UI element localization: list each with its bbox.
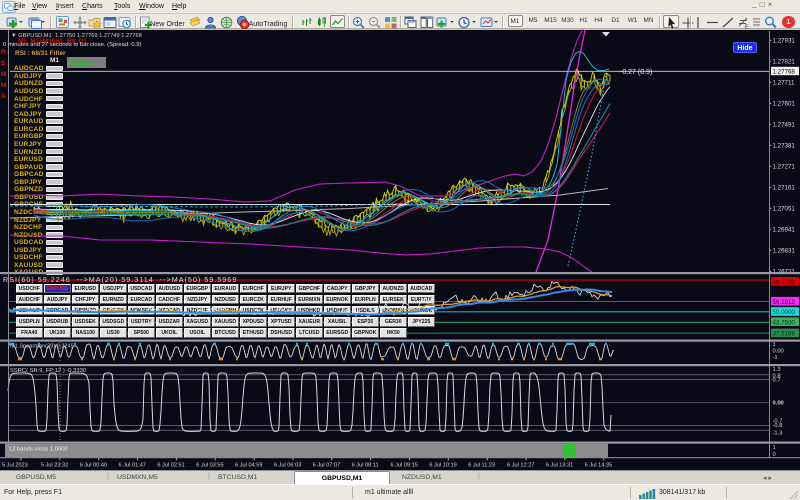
- svg-text:6 Jul 06:03: 6 Jul 06:03: [274, 463, 301, 469]
- svg-text:5 Jul 23:32: 5 Jul 23:32: [41, 463, 68, 469]
- svg-text:E: E: [745, 25, 749, 30]
- svg-text:R: R: [1, 49, 6, 56]
- svg-text:1.27051: 1.27051: [773, 205, 796, 212]
- svg-text:43.7500: 43.7500: [773, 319, 796, 326]
- svg-text:1.27768: 1.27768: [773, 69, 796, 76]
- svg-text:6 Jul 08:11: 6 Jul 08:11: [352, 463, 379, 469]
- svg-text:-1.3: -1.3: [773, 431, 783, 437]
- svg-text:1.27491: 1.27491: [773, 121, 796, 128]
- svg-text:-0.27 (0.9): -0.27 (0.9): [620, 69, 652, 76]
- svg-text:6 Jul 03:55: 6 Jul 03:55: [196, 463, 223, 469]
- svg-text:6 Jul 12:27: 6 Jul 12:27: [507, 463, 534, 469]
- svg-text:1.26831: 1.26831: [773, 247, 796, 254]
- svg-text:0: 0: [773, 452, 776, 458]
- svg-text:6 Jul 02:51: 6 Jul 02:51: [157, 463, 184, 469]
- svg-text:6 Jul 01:47: 6 Jul 01:47: [119, 463, 146, 469]
- svg-text:1.27931: 1.27931: [773, 37, 796, 44]
- svg-text:56.1912: 56.1912: [773, 299, 796, 306]
- svg-text:0.00: 0.00: [773, 349, 784, 355]
- svg-text:6 Jul 04:59: 6 Jul 04:59: [235, 463, 262, 469]
- svg-text:1: 1: [773, 342, 776, 348]
- svg-text:6 Jul 10:19: 6 Jul 10:19: [429, 463, 456, 469]
- svg-text:50.0000: 50.0000: [773, 309, 796, 316]
- svg-text:1.26941: 1.26941: [773, 226, 796, 233]
- svg-text:12 bands cross 1.0000: 12 bands cross 1.0000: [9, 447, 68, 453]
- svg-text:6 Jul 09:15: 6 Jul 09:15: [391, 463, 418, 469]
- svg-text:-0.8: -0.8: [773, 423, 783, 429]
- svg-text:0.00: 0.00: [773, 401, 784, 407]
- svg-text:37.5168: 37.5168: [773, 331, 796, 338]
- svg-text:A: A: [1, 93, 6, 100]
- svg-text:1.3: 1.3: [773, 367, 781, 373]
- svg-text:-1: -1: [773, 355, 778, 361]
- svg-text:M: M: [1, 82, 6, 89]
- svg-text:1: 1: [773, 445, 776, 451]
- svg-text:68.7500: 68.7500: [773, 279, 796, 286]
- svg-text:1.27381: 1.27381: [773, 142, 796, 149]
- svg-text:5 Jul 2023: 5 Jul 2023: [2, 463, 28, 469]
- svg-text:1.27271: 1.27271: [773, 163, 796, 170]
- svg-text:0.7: 0.7: [773, 378, 781, 384]
- svg-text:1.26721: 1.26721: [773, 268, 796, 275]
- svg-text:6 Jul 11:23: 6 Jul 11:23: [468, 463, 495, 469]
- svg-text:S: S: [1, 60, 6, 67]
- svg-text:M: M: [1, 71, 6, 78]
- svg-text:6 Jul 00:40: 6 Jul 00:40: [80, 463, 107, 469]
- svg-text:1.27821: 1.27821: [773, 58, 796, 65]
- svg-text:1.27711: 1.27711: [773, 79, 795, 86]
- svg-text:6 Jul 07:07: 6 Jul 07:07: [313, 463, 340, 469]
- svg-text:1.27601: 1.27601: [773, 100, 796, 107]
- svg-text:6 Jul 13:31: 6 Jul 13:31: [546, 463, 573, 469]
- svg-text:6 Jul 14:35: 6 Jul 14:35: [585, 463, 612, 469]
- svg-text:1.27161: 1.27161: [773, 184, 796, 191]
